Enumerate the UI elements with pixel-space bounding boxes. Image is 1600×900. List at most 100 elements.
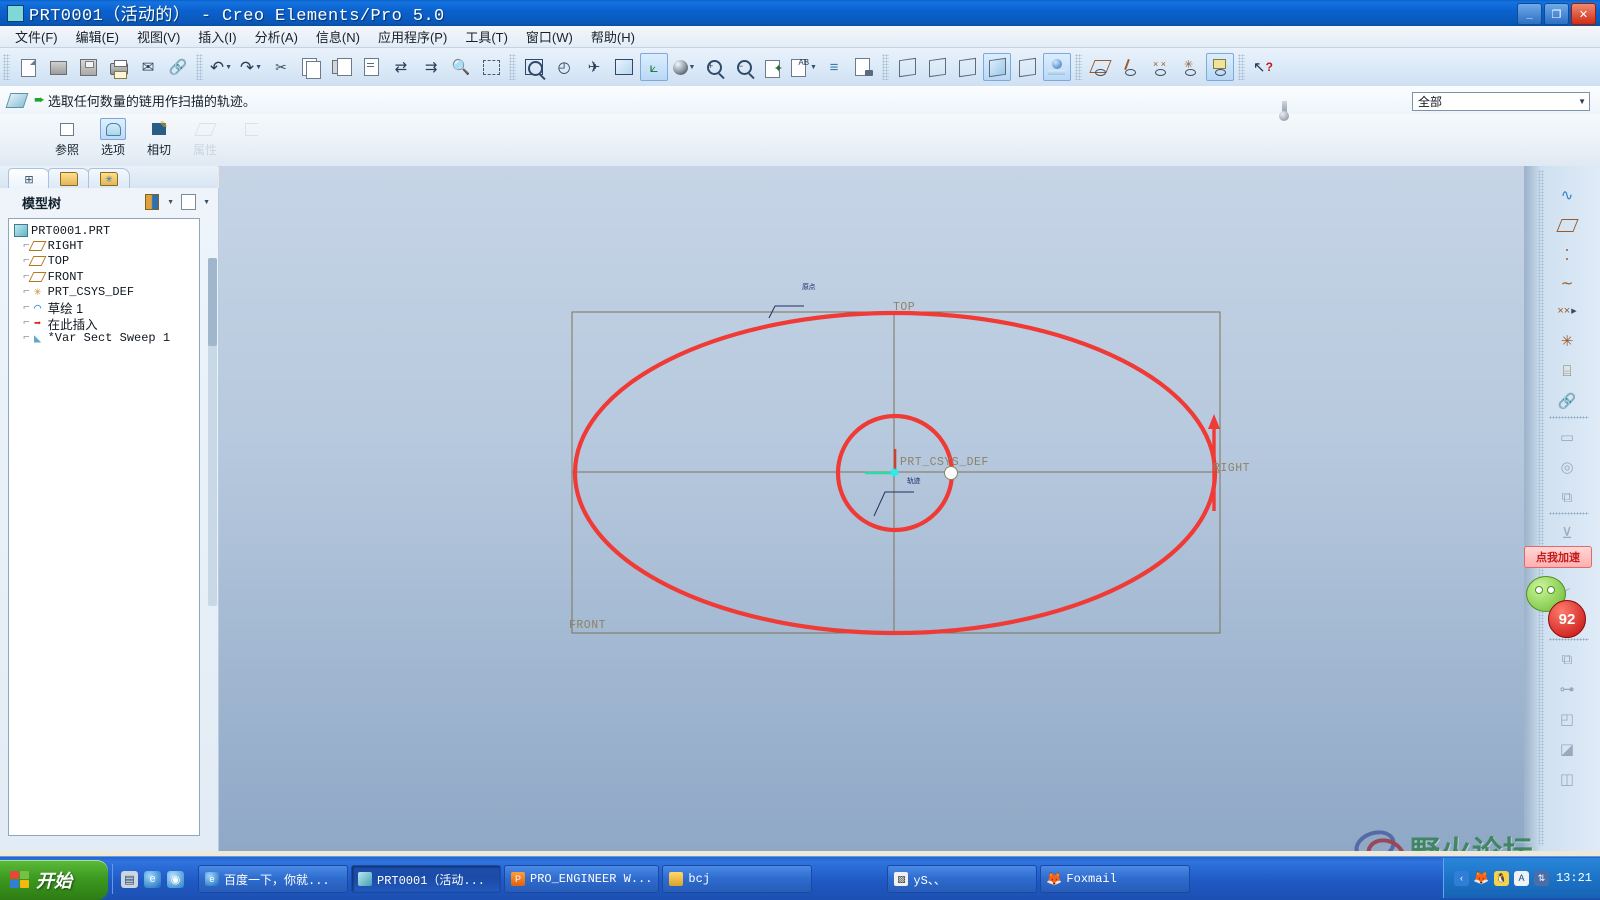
folder-browser-tab[interactable] (48, 168, 90, 189)
selection-filter-select[interactable]: 全部 ▼ (1412, 92, 1590, 111)
menu-window[interactable]: 窗口(W) (517, 25, 582, 48)
datum-axis-display-icon[interactable] (1116, 53, 1144, 81)
desktop-icon[interactable]: ▤ (121, 870, 138, 888)
model-tree-tab[interactable]: ⊞ (8, 168, 50, 189)
color-appearance-icon[interactable] (1043, 53, 1071, 81)
favorites-tab[interactable]: ✳ (88, 168, 130, 189)
datum-axis-icon[interactable]: ⁚ (1553, 242, 1581, 268)
rail-grip[interactable] (1538, 170, 1544, 846)
shading-icon[interactable]: ▼ (670, 53, 698, 81)
find-icon[interactable]: 🔍 (447, 53, 475, 81)
tree-item-right[interactable]: ⌐ RIGHT (11, 238, 199, 253)
capture-icon[interactable] (850, 53, 878, 81)
new-file-icon[interactable] (14, 53, 42, 81)
spin-center-icon[interactable]: ◴ (550, 53, 578, 81)
menu-info[interactable]: 信息(N) (307, 25, 369, 48)
orient-icon[interactable]: ✈ (580, 53, 608, 81)
zoom-out-icon[interactable]: − (730, 53, 758, 81)
csys-display-icon[interactable]: ⟀ (640, 53, 668, 81)
paste-special-icon[interactable] (357, 53, 385, 81)
ie-icon[interactable]: e (144, 870, 161, 888)
tab-tangency[interactable]: ✎ 相切 (136, 116, 182, 158)
menu-insert[interactable]: 插入(I) (189, 25, 245, 48)
toolbar-grip-2[interactable] (196, 54, 203, 80)
tree-filter-icon[interactable] (141, 192, 163, 212)
toolbar-grip-4[interactable] (882, 54, 889, 80)
tree-item-sweep[interactable]: ⌐ ◣ *Var Sect Sweep 1 (11, 331, 199, 346)
select-box-icon[interactable] (477, 53, 505, 81)
layers-icon[interactable]: ≡ (820, 53, 848, 81)
tree-filter-chevron-down-icon[interactable]: ▼ (167, 199, 174, 206)
context-help-icon[interactable]: ↖? (1249, 53, 1277, 81)
undo-icon[interactable]: ↶ ▼ (207, 53, 235, 81)
annotation-icon[interactable]: AB ▼ (790, 53, 818, 81)
cut-icon[interactable]: ✂ (267, 53, 295, 81)
hidden-line-icon[interactable] (923, 53, 951, 81)
toolbar-grip-6[interactable] (1238, 54, 1245, 80)
tab-properties[interactable]: 属性 (182, 116, 228, 158)
accelerate-badge[interactable]: 点我加速 (1524, 546, 1592, 568)
tree-settings-icon[interactable] (177, 192, 199, 212)
offset-point-icon[interactable]: ⌸ (1553, 358, 1581, 384)
copy-icon[interactable] (297, 53, 325, 81)
model-tree[interactable]: PRT0001.PRT ⌐ RIGHT ⌐ TOP ⌐ FRONT ⌐ ✳ PR… (8, 218, 200, 836)
regenerate-icon[interactable]: ⇄ (387, 53, 415, 81)
maximize-button[interactable]: ❐ (1544, 3, 1569, 25)
datum-csys-display-icon[interactable]: ✳ (1176, 53, 1204, 81)
media-icon[interactable]: ◉ (167, 870, 184, 888)
start-button[interactable]: 开始 (0, 859, 108, 900)
close-button[interactable]: ✕ (1571, 3, 1596, 25)
tree-item-top[interactable]: ⌐ TOP (11, 254, 199, 269)
tree-item-part[interactable]: PRT0001.PRT (11, 223, 199, 238)
print-icon[interactable] (104, 53, 132, 81)
minimize-button[interactable]: _ (1517, 3, 1542, 25)
tree-item-insert-here[interactable]: ⌐ ➡ 在此插入 (11, 315, 199, 332)
menu-file[interactable]: 文件(F) (6, 25, 67, 48)
chevron-left-icon[interactable]: ‹ (1453, 870, 1469, 886)
toolbar-grip-5[interactable] (1075, 54, 1082, 80)
task-button-proe[interactable]: P PRO_ENGINEER W... (504, 865, 660, 893)
repaint-icon[interactable] (520, 53, 548, 81)
send-mail-icon[interactable]: ✉ (134, 53, 162, 81)
drag-handle[interactable] (944, 466, 958, 480)
task-button-ys[interactable]: ▧ yS、、 (887, 865, 1038, 893)
scrollbar-thumb[interactable] (208, 258, 217, 346)
tree-item-front[interactable]: ⌐ FRONT (11, 269, 199, 284)
tree-settings-chevron-down-icon[interactable]: ▼ (203, 199, 210, 206)
task-button-foxmail[interactable]: 🦊 Foxmail (1040, 865, 1191, 893)
paste-icon[interactable] (327, 53, 355, 81)
toolbar-grip[interactable] (3, 54, 10, 80)
chain-icon[interactable]: 🔗 (1553, 388, 1581, 414)
refit-icon[interactable]: ✦ (760, 53, 788, 81)
tab-references[interactable]: 参照 (44, 116, 90, 158)
tab-options[interactable]: 选项 (90, 116, 136, 158)
menu-tools[interactable]: 工具(T) (456, 25, 517, 48)
task-button-creo[interactable]: PRT0001（活动... (351, 865, 501, 893)
penguin-icon[interactable]: 🐧 (1493, 870, 1509, 886)
datum-plane-icon[interactable] (1553, 212, 1581, 238)
toolbar-grip-3[interactable] (509, 54, 516, 80)
redo-icon[interactable]: ↷ ▼ (237, 53, 265, 81)
ime-icon[interactable]: A (1513, 870, 1529, 886)
wireframe-icon[interactable] (893, 53, 921, 81)
sketch-curve-icon[interactable]: ∿ (1553, 182, 1581, 208)
clock[interactable]: 13:21 (1556, 871, 1592, 885)
shade-with-edges-icon[interactable] (1013, 53, 1041, 81)
no-hidden-icon[interactable] (953, 53, 981, 81)
menu-view[interactable]: 视图(V) (128, 25, 189, 48)
menu-analysis[interactable]: 分析(A) (246, 25, 307, 48)
zoom-in-icon[interactable]: + (700, 53, 728, 81)
menu-applications[interactable]: 应用程序(P) (369, 25, 456, 48)
graphics-area[interactable]: TOP FRONT RIGHT PRT_CSYS_DEF 原点 轨迹 (219, 166, 1525, 851)
menu-help[interactable]: 帮助(H) (582, 25, 644, 48)
menu-edit[interactable]: 编辑(E) (67, 25, 128, 48)
model-tree-scrollbar[interactable] (208, 258, 217, 606)
save-icon[interactable] (74, 53, 102, 81)
saved-views-icon[interactable] (610, 53, 638, 81)
regenerate-all-icon[interactable]: ⇉ (417, 53, 445, 81)
curve-icon[interactable]: ∼ (1553, 270, 1581, 296)
tree-item-sketch[interactable]: ⌐ ⌒ 草绘 1 (11, 300, 199, 316)
tree-item-csys[interactable]: ⌐ ✳ PRT_CSYS_DEF (11, 285, 199, 300)
mascot-count-badge[interactable]: 92 (1548, 600, 1586, 638)
foxmail-icon[interactable]: 🦊 (1473, 870, 1489, 886)
